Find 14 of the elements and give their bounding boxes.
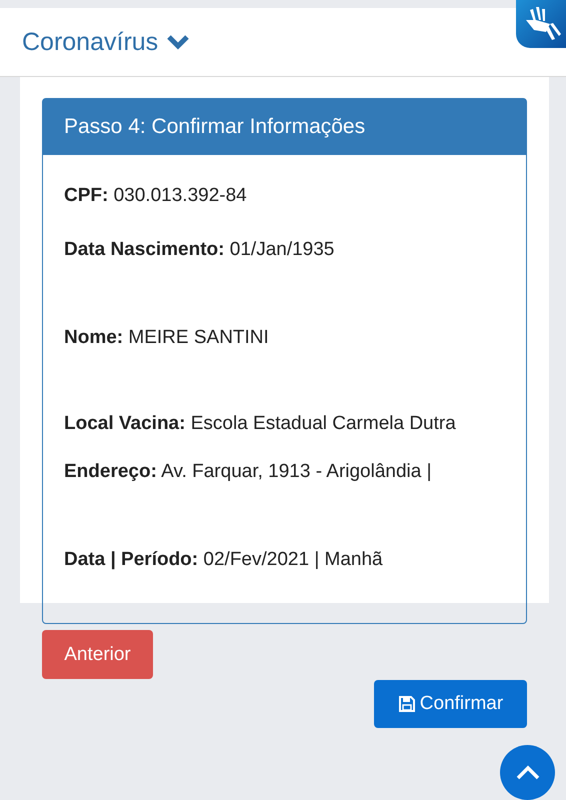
menu-title[interactable]: Coronavírus — [22, 28, 158, 56]
info-line: Data Nascimento: 01/Jan/1935 — [64, 238, 336, 262]
chevron-down-icon[interactable] — [166, 34, 190, 50]
info-line: CPF: 030.013.392-84 — [64, 184, 248, 208]
info-line: Data | Período: 02/Fev/2021 | Manhã — [64, 548, 384, 572]
chevron-up-icon — [514, 764, 540, 780]
card-title: Passo 4: Confirmar Informações — [43, 99, 526, 155]
info-line: Local Vacina: Escola Estadual Carmela Dutra — [64, 412, 457, 436]
confirm-button[interactable]: Confirmar — [374, 680, 527, 728]
sign-language-icon[interactable] — [516, 0, 566, 48]
info-line: Endereço: Av. Farquar, 1913 - Arigolândia | — [64, 460, 433, 484]
info-line: Nome: MEIRE SANTINI — [64, 326, 270, 350]
previous-button[interactable]: Anterior — [42, 630, 153, 679]
save-icon — [398, 695, 416, 713]
